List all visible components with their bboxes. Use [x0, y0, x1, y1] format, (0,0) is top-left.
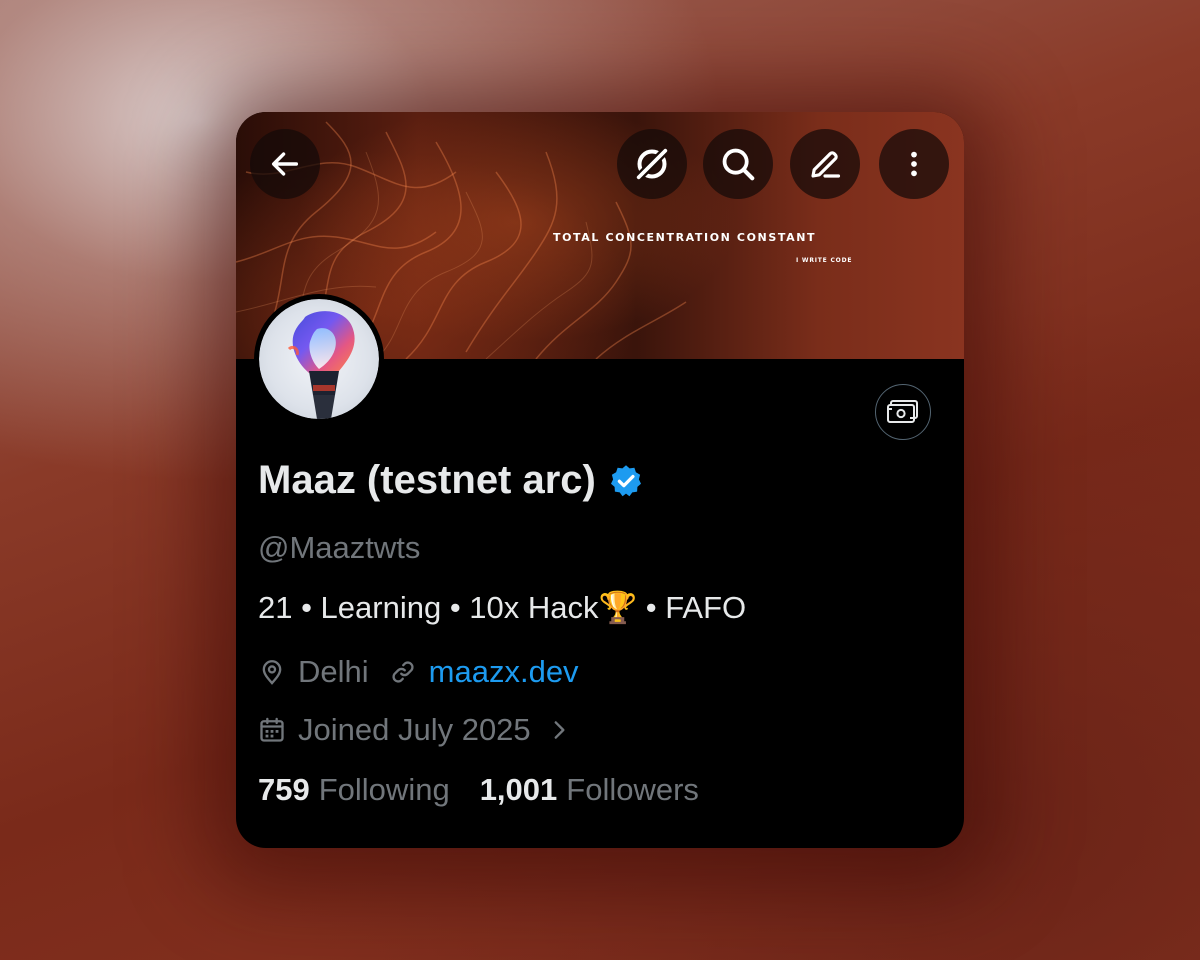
- banner-title: TOTAL CONCENTRATION CONSTANT: [553, 231, 817, 244]
- bio: 21 • Learning • 10x Hack🏆 • FAFO: [258, 590, 747, 625]
- grok-icon: [636, 148, 668, 180]
- user-handle: @Maaztwts: [258, 530, 421, 565]
- edit-button[interactable]: [790, 129, 860, 199]
- followers-link[interactable]: 1,001 Followers: [480, 772, 699, 808]
- avatar[interactable]: [254, 294, 384, 424]
- money-icon: [887, 400, 918, 423]
- more-vertical-icon: [911, 151, 917, 177]
- more-button[interactable]: [879, 129, 949, 199]
- follow-stats: 759 Following 1,001 Followers: [258, 772, 699, 808]
- followers-label: Followers: [566, 772, 699, 807]
- followers-count: 1,001: [479, 772, 558, 807]
- calendar-icon: [260, 717, 284, 742]
- grok-button[interactable]: [617, 129, 687, 199]
- search-icon: [722, 148, 755, 181]
- verified-badge-icon[interactable]: [608, 463, 644, 499]
- tip-button[interactable]: [875, 384, 931, 440]
- back-button[interactable]: [250, 129, 320, 199]
- joined-row[interactable]: Joined July 2025: [258, 712, 569, 748]
- following-label: Following: [318, 772, 450, 807]
- name-row: Maaz (testnet arc): [258, 458, 644, 503]
- arrow-left-icon: [271, 152, 299, 176]
- location-pin-icon: [262, 660, 282, 685]
- profile-card: TOTAL CONCENTRATION CONSTANT I WRITE COD…: [236, 112, 964, 848]
- location-website-row: Delhi maazx.dev: [258, 654, 579, 690]
- banner-subtitle: I WRITE CODE: [796, 257, 853, 264]
- joined-date: Joined July 2025: [298, 712, 531, 747]
- pencil-icon: [811, 151, 841, 178]
- website-link[interactable]: maazx.dev: [429, 654, 579, 690]
- search-button[interactable]: [703, 129, 773, 199]
- avatar-image: [259, 299, 379, 419]
- link-icon: [392, 661, 414, 683]
- display-name: Maaz (testnet arc): [258, 458, 596, 502]
- following-count: 759: [258, 772, 310, 807]
- chevron-right-icon: [554, 721, 565, 739]
- location-text: Delhi: [298, 654, 369, 689]
- torch-flame-artwork: [287, 311, 355, 419]
- following-link[interactable]: 759 Following: [258, 772, 450, 808]
